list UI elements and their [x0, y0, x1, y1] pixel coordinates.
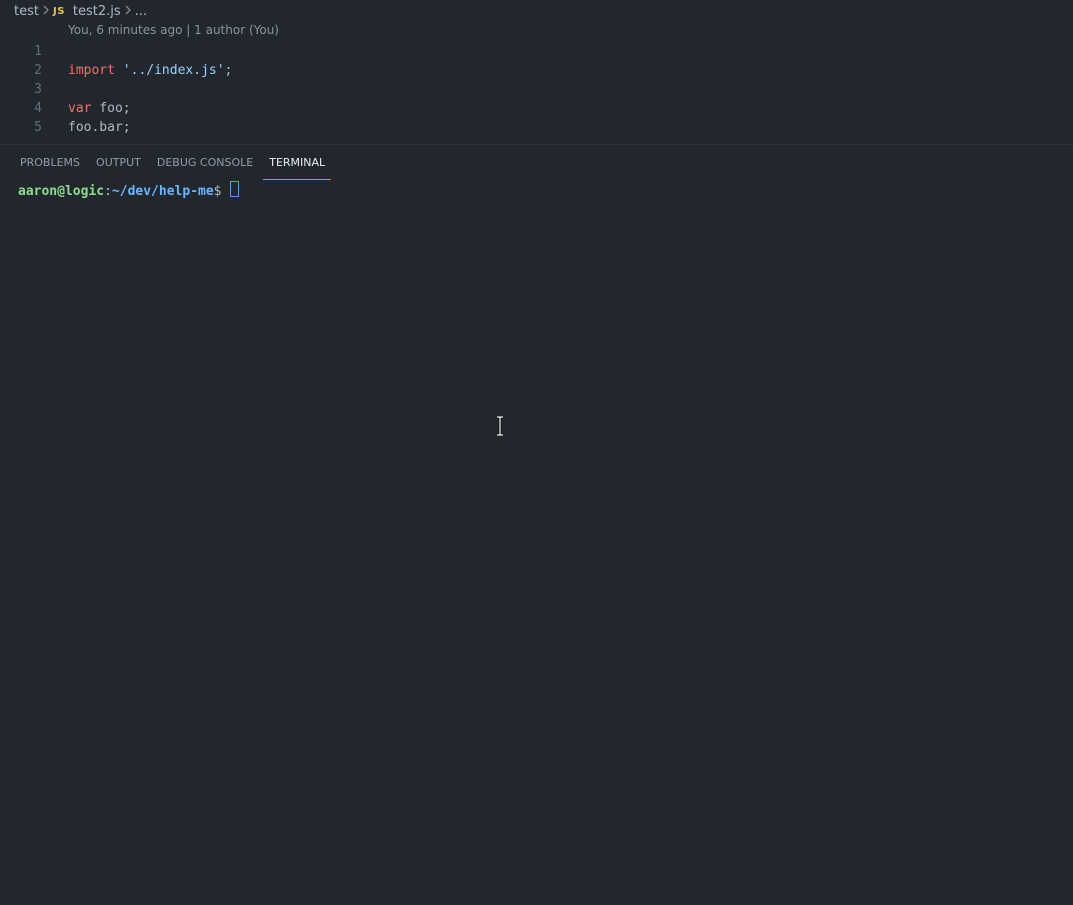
text-cursor-icon: [497, 416, 503, 436]
tab-problems[interactable]: PROBLEMS: [12, 151, 88, 181]
line-code: foo.bar;: [68, 120, 131, 135]
tab-debug-console[interactable]: DEBUG CONSOLE: [149, 151, 261, 181]
panel-tabs: PROBLEMS OUTPUT DEBUG CONSOLE TERMINAL: [12, 151, 333, 181]
code-line: 2 import '../index.js';: [0, 61, 1073, 80]
js-file-icon: JS: [52, 5, 65, 17]
identifier-token: foo;: [91, 101, 131, 116]
bottom-panel: PROBLEMS OUTPUT DEBUG CONSOLE TERMINAL a…: [0, 144, 1073, 905]
line-code: import '../index.js';: [68, 61, 232, 80]
code-line: 4 var foo;: [0, 99, 1073, 118]
line-number: 2: [34, 63, 42, 78]
breadcrumb-folder[interactable]: test: [14, 4, 39, 19]
line-code: var foo;: [68, 99, 131, 118]
terminal-path: ~/dev/help-me: [111, 184, 214, 199]
terminal-prompt: $: [213, 184, 222, 199]
breadcrumb-file[interactable]: test2.js: [73, 4, 121, 19]
string-token: '../index.js': [122, 63, 225, 78]
chevron-right-icon: [121, 4, 135, 19]
code-line: 3: [0, 80, 1073, 99]
breadcrumb-more[interactable]: ...: [135, 4, 147, 19]
terminal-user: aaron@logic: [18, 184, 105, 199]
code-lines[interactable]: 1 2 import '../index.js'; 3 4 var foo; 5…: [0, 42, 1073, 137]
line-number: 5: [34, 120, 42, 135]
code-line: 1: [0, 42, 1073, 61]
keyword-token: var: [68, 101, 92, 116]
code-line: 5 foo.bar;: [0, 118, 1073, 137]
line-number: 3: [34, 82, 42, 97]
tab-output[interactable]: OUTPUT: [88, 151, 149, 181]
terminal-cursor: [229, 181, 239, 197]
breadcrumb: test JS test2.js ...: [14, 2, 147, 20]
keyword-token: import: [68, 63, 115, 78]
punctuation-token: ;: [224, 63, 233, 78]
terminal-output[interactable]: aaron@logic:~/dev/help-me$: [18, 181, 239, 201]
line-number: 4: [34, 101, 42, 116]
terminal-colon: :: [104, 184, 112, 199]
chevron-right-icon: [39, 4, 53, 19]
tab-terminal[interactable]: TERMINAL: [261, 151, 333, 181]
line-number: 1: [34, 44, 42, 59]
editor-area[interactable]: test JS test2.js ... You, 6 minutes ago …: [0, 0, 1073, 144]
codelens-blame[interactable]: You, 6 minutes ago | 1 author (You): [68, 23, 279, 37]
